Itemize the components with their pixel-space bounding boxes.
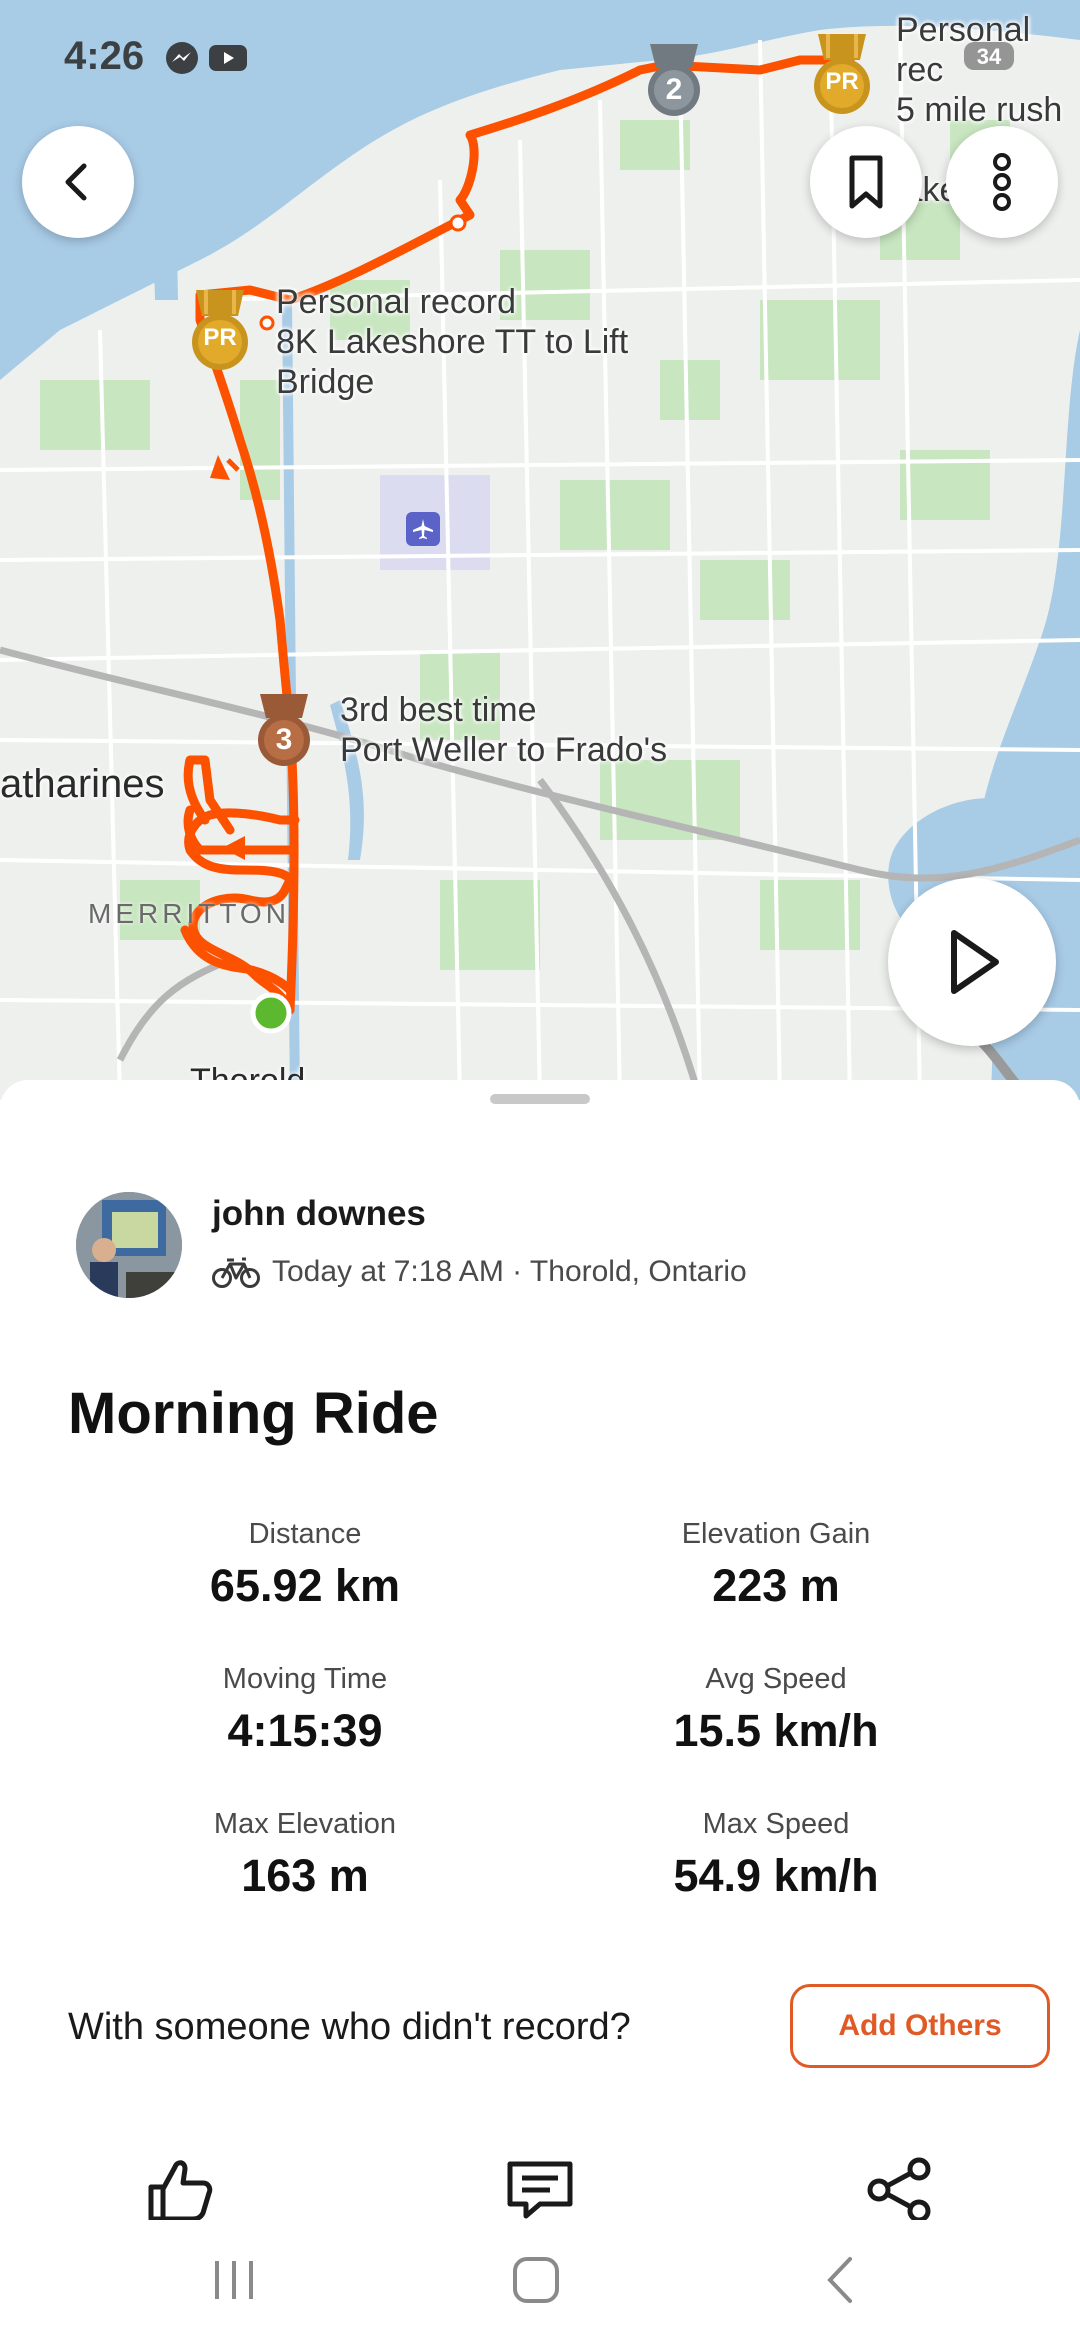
stat-distance: Distance 65.92 km bbox=[70, 1516, 540, 1614]
stat-value: 4:15:39 bbox=[227, 1705, 383, 1756]
comment-icon bbox=[507, 2161, 573, 2219]
place-label-st-catharines: atharines bbox=[0, 762, 165, 806]
activity-time-location: Today at 7:18 AM · Thorold, Ontario bbox=[272, 1255, 747, 1288]
label-line: 8K Lakeshore TT to Lift bbox=[276, 323, 629, 361]
stat-value: 223 m bbox=[712, 1560, 840, 1611]
status-time: 4:26 bbox=[64, 34, 145, 78]
back-nav-icon bbox=[827, 2257, 852, 2303]
battery-icon: 34 bbox=[962, 36, 1022, 74]
stat-max-speed: Max Speed 54.9 km/h bbox=[541, 1806, 1011, 1904]
third-place-medal[interactable]: 3 bbox=[252, 690, 316, 770]
stat-label: Elevation Gain bbox=[681, 1518, 871, 1550]
airport-icon bbox=[406, 512, 440, 546]
label-line: 3rd best time bbox=[340, 691, 537, 729]
athlete-name[interactable]: john downes bbox=[212, 1194, 426, 1234]
share-icon bbox=[867, 2157, 931, 2223]
start-marker bbox=[250, 992, 292, 1034]
back-icon bbox=[65, 163, 87, 201]
stat-label: Max Elevation bbox=[213, 1808, 397, 1840]
system-nav-bar bbox=[0, 2220, 1080, 2340]
pr-label-lakeshore-tt[interactable]: Personal record 8K Lakeshore TT to Lift … bbox=[276, 282, 628, 402]
stat-value: 15.5 km/h bbox=[673, 1705, 879, 1756]
label-line: Personal record bbox=[276, 283, 517, 321]
add-others-button[interactable]: Add Others bbox=[790, 1984, 1050, 2068]
home-button[interactable] bbox=[486, 2240, 586, 2320]
label-line: Port Weller to Frado's bbox=[340, 731, 668, 769]
stat-avg-speed: Avg Speed 15.5 km/h bbox=[541, 1661, 1011, 1759]
third-best-label[interactable]: 3rd best time Port Weller to Frado's bbox=[340, 690, 667, 770]
youtube-icon bbox=[208, 40, 247, 78]
activity-map[interactable]: PR PR 2 3 Personal record 8K Lakeshore T bbox=[0, 0, 1080, 1100]
pr-badge[interactable]: PR bbox=[188, 286, 252, 378]
bookmark-icon bbox=[849, 155, 883, 209]
stat-value: 163 m bbox=[241, 1850, 369, 1901]
stat-moving-time: Moving Time 4:15:39 bbox=[70, 1661, 540, 1759]
stat-value: 54.9 km/h bbox=[673, 1850, 879, 1901]
bike-icon bbox=[212, 1257, 260, 1288]
pr-badge-label: PR bbox=[203, 324, 237, 351]
label-line: Bridge bbox=[276, 363, 375, 401]
stat-label: Max Speed bbox=[702, 1808, 850, 1840]
place-label-merritton: MERRITTON bbox=[88, 898, 290, 929]
more-options-button[interactable] bbox=[946, 126, 1058, 238]
home-icon bbox=[513, 2257, 559, 2303]
stat-value: 65.92 km bbox=[209, 1560, 401, 1611]
drag-handle[interactable] bbox=[490, 1094, 590, 1104]
stat-elevation-gain: Elevation Gain 223 m bbox=[541, 1516, 1011, 1614]
recent-apps-icon bbox=[215, 2261, 253, 2299]
play-flyover-button[interactable] bbox=[888, 878, 1056, 1046]
back-button[interactable] bbox=[22, 126, 134, 238]
thumbs-up-icon bbox=[148, 2160, 213, 2222]
back-nav-button[interactable] bbox=[790, 2240, 890, 2320]
medal-rank: 3 bbox=[275, 723, 293, 756]
play-icon bbox=[951, 930, 999, 994]
recent-apps-button[interactable] bbox=[184, 2240, 284, 2320]
messenger-icon bbox=[164, 40, 202, 78]
status-bar: 4:26 34 bbox=[0, 0, 1080, 120]
stat-max-elevation: Max Elevation 163 m bbox=[70, 1806, 540, 1904]
stat-label: Moving Time bbox=[222, 1663, 388, 1695]
activity-meta: Today at 7:18 AM · Thorold, Ontario bbox=[212, 1250, 747, 1294]
stat-label: Avg Speed bbox=[705, 1663, 847, 1695]
activity-sheet: john downes Today at 7:18 AM · Thorold, … bbox=[0, 1080, 1080, 2340]
battery-level: 34 bbox=[976, 44, 1002, 69]
with-someone-prompt: With someone who didn't record? bbox=[68, 2006, 631, 2048]
bookmark-button[interactable] bbox=[810, 126, 922, 238]
athlete-avatar[interactable] bbox=[76, 1192, 182, 1298]
stat-label: Distance bbox=[248, 1518, 362, 1550]
more-icon bbox=[993, 153, 1011, 211]
activity-title: Morning Ride bbox=[68, 1381, 439, 1446]
